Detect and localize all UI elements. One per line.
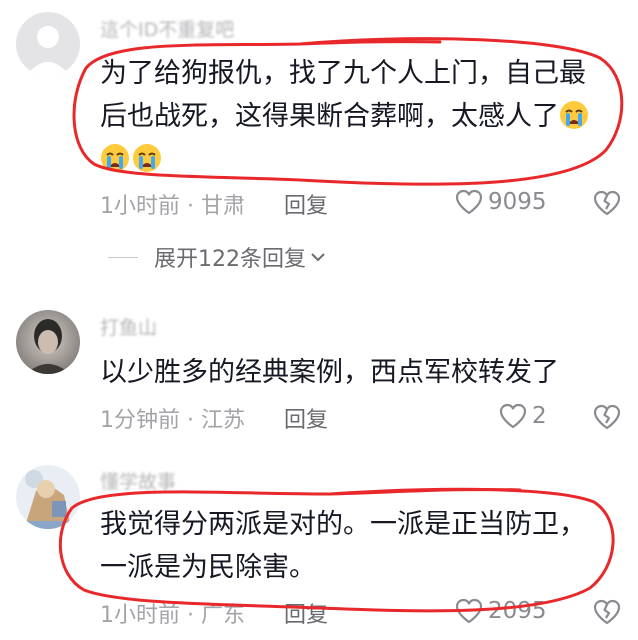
avatar[interactable] [16,12,80,76]
comment-text-line: 一派是为民除害。 [100,552,316,583]
avatar[interactable] [16,310,80,374]
heart-icon [455,189,483,215]
comment-username[interactable]: 懂学故事 [100,467,176,494]
comment-time: 1小时前 [100,603,180,628]
comment-location: 甘肃 [200,194,245,219]
comment-text-line: 以少胜多的经典案例，西点军校转发了 [100,357,559,388]
comment-time: 1小时前 [100,194,180,219]
meta-separator: · [180,194,201,219]
expand-replies-button[interactable]: 展开122条回复 [108,240,326,274]
comment-location: 江苏 [200,408,245,433]
crying-face-icon [101,144,129,172]
comment-meta: 1小时前 · 甘肃 [100,188,245,220]
comment-time: 1分钟前 [100,408,180,433]
like-button[interactable]: 2095 [454,596,547,626]
crying-face-icon [560,101,588,129]
comment-emoji-line [100,138,600,181]
comment-text: 为了给狗报仇，找了九个人上门，自己最 后也战死，这得果断合葬啊，太感人了 [100,52,600,181]
reply-button[interactable]: 回复 [284,188,328,220]
comment-meta: 1小时前 · 广东 [100,597,245,629]
meta-separator: · [180,408,201,433]
expand-divider [108,256,138,258]
comment-username[interactable]: 打鱼山 [100,313,157,340]
comment-text-line: 为了给狗报仇，找了九个人上门，自己最 [100,58,586,89]
like-button[interactable]: 9095 [454,187,547,217]
like-count: 2 [532,403,547,429]
reply-button[interactable]: 回复 [284,597,328,629]
comment-meta: 1分钟前 · 江苏 [100,402,245,434]
broken-heart-icon[interactable] [592,402,622,432]
like-button[interactable]: 2 [498,401,547,431]
reply-button[interactable]: 回复 [284,402,328,434]
broken-heart-icon[interactable] [592,188,622,218]
like-count: 2095 [488,598,547,624]
heart-icon [455,598,483,624]
expand-replies-label: 展开122条回复 [154,247,306,272]
comment-text-line: 我觉得分两派是对的。一派是正当防卫， [100,509,586,540]
comment-text: 我觉得分两派是对的。一派是正当防卫， 一派是为民除害。 [100,503,600,589]
meta-separator: · [180,603,201,628]
comment-text-line: 后也战死，这得果断合葬啊，太感人了 [100,101,559,132]
broken-heart-icon[interactable] [592,597,622,627]
chevron-down-icon [311,253,325,262]
crying-face-icon [133,144,161,172]
heart-icon [499,403,527,429]
like-count: 9095 [488,189,547,215]
comment-text: 以少胜多的经典案例，西点军校转发了 [100,351,600,394]
comment-location: 广东 [200,603,245,628]
comment-username[interactable]: 這个ID不重复吧 [100,15,234,42]
avatar[interactable] [16,465,80,529]
comment-text-line-2: 后也战死，这得果断合葬啊，太感人了 [100,95,600,138]
